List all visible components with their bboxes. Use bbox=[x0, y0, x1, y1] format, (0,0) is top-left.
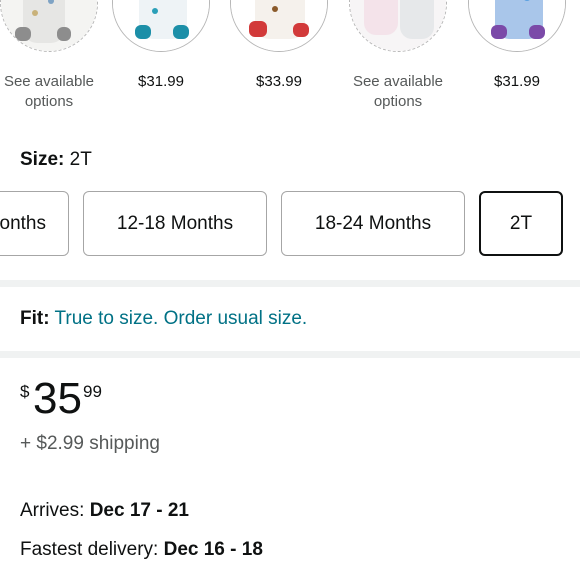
fastest-delivery-label: Fastest delivery: bbox=[20, 539, 159, 560]
swatch-1-image bbox=[0, 0, 98, 52]
size-option-2t-label: 2T bbox=[509, 212, 533, 234]
size-option-18-24-months-label: 18-24 Months bbox=[314, 212, 432, 234]
swatch-3-price: $33.99 bbox=[256, 73, 302, 90]
size-option-2t[interactable]: 2T bbox=[479, 191, 563, 256]
shipping-cost: + $2.99 shipping bbox=[20, 433, 160, 454]
style-swatch-1[interactable]: See available options bbox=[0, 0, 109, 120]
fit-label: Fit: bbox=[20, 308, 50, 329]
size-option-months[interactable]: Months bbox=[0, 191, 69, 256]
size-option-12-18-months[interactable]: 12-18 Months bbox=[83, 191, 267, 256]
price-currency: $ bbox=[20, 382, 30, 401]
swatch-1-price: See available options bbox=[3, 73, 95, 110]
size-option-18-24-months[interactable]: 18-24 Months bbox=[281, 191, 465, 256]
style-swatch-4[interactable]: See available options bbox=[338, 0, 458, 120]
fit-info: Fit: True to size. Order usual size. bbox=[20, 307, 307, 331]
swatch-5-image bbox=[468, 0, 566, 52]
section-divider-2 bbox=[0, 351, 580, 358]
arrives-label: Arrives: bbox=[20, 500, 85, 521]
style-swatch-strip: See available options $31.99 $33.99 See … bbox=[0, 0, 580, 120]
style-swatch-2[interactable]: $31.99 bbox=[101, 0, 221, 120]
arrival-estimate: Arrives: Dec 17 - 21 bbox=[20, 499, 189, 523]
size-option-months-label: Months bbox=[0, 212, 46, 234]
style-swatch-3[interactable]: $33.99 bbox=[219, 0, 339, 120]
swatch-3-image bbox=[230, 0, 328, 52]
size-option-12-18-months-label: 12-18 Months bbox=[116, 212, 234, 234]
style-swatch-5[interactable]: $31.99 bbox=[457, 0, 577, 120]
size-label-text: Size: bbox=[20, 149, 65, 170]
section-divider-1 bbox=[0, 280, 580, 287]
size-label: Size: 2T bbox=[20, 148, 92, 172]
swatch-2-image bbox=[112, 0, 210, 52]
swatch-5-price: $31.99 bbox=[494, 73, 540, 90]
selected-size-value: 2T bbox=[69, 149, 92, 170]
price-whole: 35 bbox=[33, 374, 82, 423]
swatch-2-price: $31.99 bbox=[138, 73, 184, 90]
price-fraction: 99 bbox=[83, 382, 102, 401]
swatch-4-price: See available options bbox=[352, 73, 444, 110]
swatch-4-image bbox=[349, 0, 447, 52]
fastest-delivery: Fastest delivery: Dec 16 - 18 bbox=[20, 538, 263, 562]
fastest-delivery-date: Dec 16 - 18 bbox=[163, 539, 263, 560]
fit-value-link[interactable]: True to size. Order usual size. bbox=[54, 308, 307, 329]
arrives-date: Dec 17 - 21 bbox=[89, 500, 189, 521]
